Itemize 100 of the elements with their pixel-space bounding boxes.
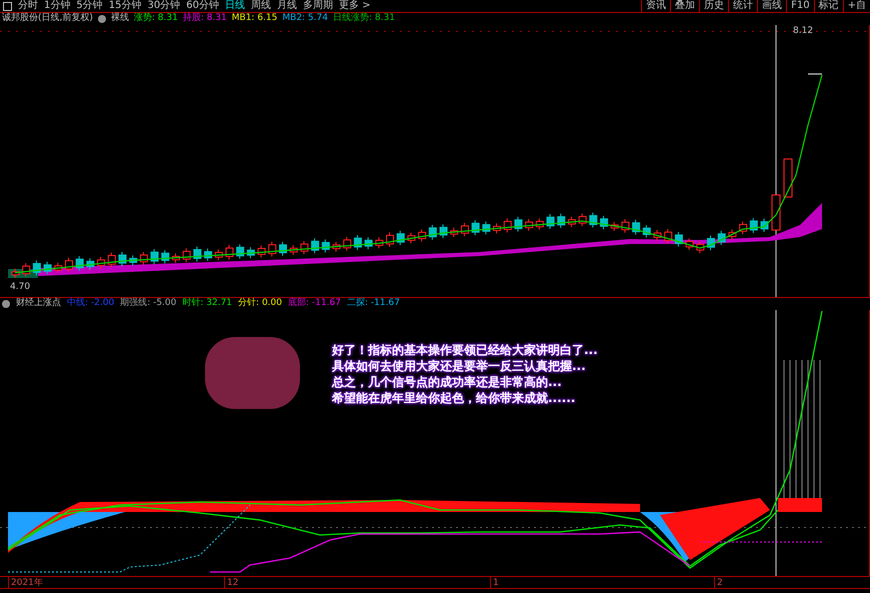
toolbar-button[interactable]: F10 (786, 0, 814, 12)
candle (610, 221, 619, 232)
legend-value: 分针: 0.00 (238, 297, 282, 310)
candle (450, 227, 458, 238)
legend-value: 持股: 8.31 (182, 12, 227, 26)
square-icon[interactable] (3, 2, 12, 10)
candle (32, 260, 41, 276)
candle (784, 158, 792, 198)
candle (343, 236, 352, 252)
indicator-title: 财经上涨点 (16, 297, 61, 310)
candle (407, 232, 416, 244)
candle (557, 213, 566, 228)
candle (386, 232, 394, 248)
candle (300, 240, 308, 255)
candle (226, 244, 234, 260)
candle (739, 220, 748, 235)
candle (118, 252, 126, 267)
candle (290, 244, 298, 256)
candle (428, 224, 437, 240)
period-tab[interactable]: 周线 (248, 0, 274, 12)
axis-label: 2021年 (8, 577, 43, 589)
toolbar-button[interactable]: 画线 (757, 0, 786, 12)
candle (375, 236, 384, 249)
candle (354, 234, 362, 250)
candle (642, 224, 651, 238)
legend-value: 日线涨势: 8.31 (332, 12, 395, 26)
candle (150, 248, 159, 265)
period-tab[interactable]: 1分钟 (41, 0, 74, 12)
legend-value: MB1: 6.15 (232, 12, 278, 26)
candle (268, 241, 276, 258)
candle (674, 231, 683, 248)
period-tab[interactable]: 15分钟 (106, 0, 144, 12)
candle (311, 238, 320, 254)
period-tab[interactable]: 60分钟 (183, 0, 222, 12)
toolbar-button[interactable]: 标记 (814, 0, 843, 12)
period-tab[interactable]: 日线 (222, 0, 248, 12)
candle (364, 236, 373, 250)
candle (418, 228, 426, 242)
candle (707, 234, 715, 251)
candle (600, 215, 608, 230)
candle (172, 252, 180, 264)
candle (440, 224, 448, 238)
candle (664, 228, 672, 244)
candle (12, 268, 20, 278)
legend-value: 中线: -2.00 (67, 297, 114, 310)
candle (396, 230, 405, 246)
candle (621, 218, 630, 234)
candle (718, 230, 726, 246)
legend-value: 涨势: 8.31 (134, 12, 178, 26)
candle (204, 248, 212, 262)
candle (728, 229, 736, 240)
toolbar-button[interactable]: 叠加 (670, 0, 700, 12)
price-label: 4.70 (10, 281, 30, 294)
axis-label: 12 (224, 577, 238, 589)
period-tab[interactable]: 30分钟 (144, 0, 184, 12)
candle (460, 222, 469, 237)
legend-value: MB2: 5.74 (282, 12, 328, 26)
candle (632, 219, 640, 236)
candle (546, 214, 554, 230)
candle (514, 216, 522, 232)
candle (140, 252, 148, 266)
candle (589, 212, 598, 228)
candle (54, 262, 62, 274)
candle (236, 244, 244, 260)
candle (696, 240, 704, 254)
candle (472, 220, 480, 236)
legend-value: 二探: -11.67 (346, 297, 400, 310)
candle (246, 246, 255, 259)
candle (86, 258, 94, 270)
legend-value: 时针: 32.71 (182, 297, 232, 310)
toolbar-button[interactable]: 资讯 (641, 0, 670, 12)
candle (654, 230, 662, 241)
period-tab[interactable]: 多周期 (300, 0, 336, 12)
axis-label: 2 (714, 577, 723, 589)
candle (772, 194, 780, 230)
candle (322, 238, 330, 253)
candle (525, 218, 534, 232)
candle (76, 256, 84, 272)
period-tab[interactable]: 5分钟 (73, 0, 106, 12)
legend-value: 期强线: -5.00 (120, 297, 176, 310)
period-tab[interactable]: 分时 (15, 0, 41, 12)
candle (493, 222, 501, 234)
candle (536, 218, 544, 230)
candle (332, 241, 340, 252)
candle (129, 254, 138, 266)
axis-label: 1 (490, 577, 499, 589)
candle (686, 238, 694, 250)
candle (258, 244, 266, 258)
price-label: 8.12 (793, 25, 814, 38)
candle (44, 261, 52, 275)
toolbar-button[interactable]: +自 (842, 0, 870, 12)
toolbar-button[interactable]: 历史 (699, 0, 728, 12)
candle (760, 218, 768, 232)
candle (108, 252, 116, 268)
period-tab[interactable]: 月线 (274, 0, 300, 12)
candle (214, 248, 223, 261)
note-text: 好了！指标的基本操作要领已经给大家讲明白了... 具体如何去使用大家还是要举一反三认真把握... 总之，几个信号点的成功率还是非常高的... 希望能在虎年里给你起色，给你带来成就...... (332, 342, 598, 406)
candle (193, 246, 202, 262)
period-tab[interactable]: 更多 > (336, 0, 374, 12)
candle (65, 257, 73, 272)
